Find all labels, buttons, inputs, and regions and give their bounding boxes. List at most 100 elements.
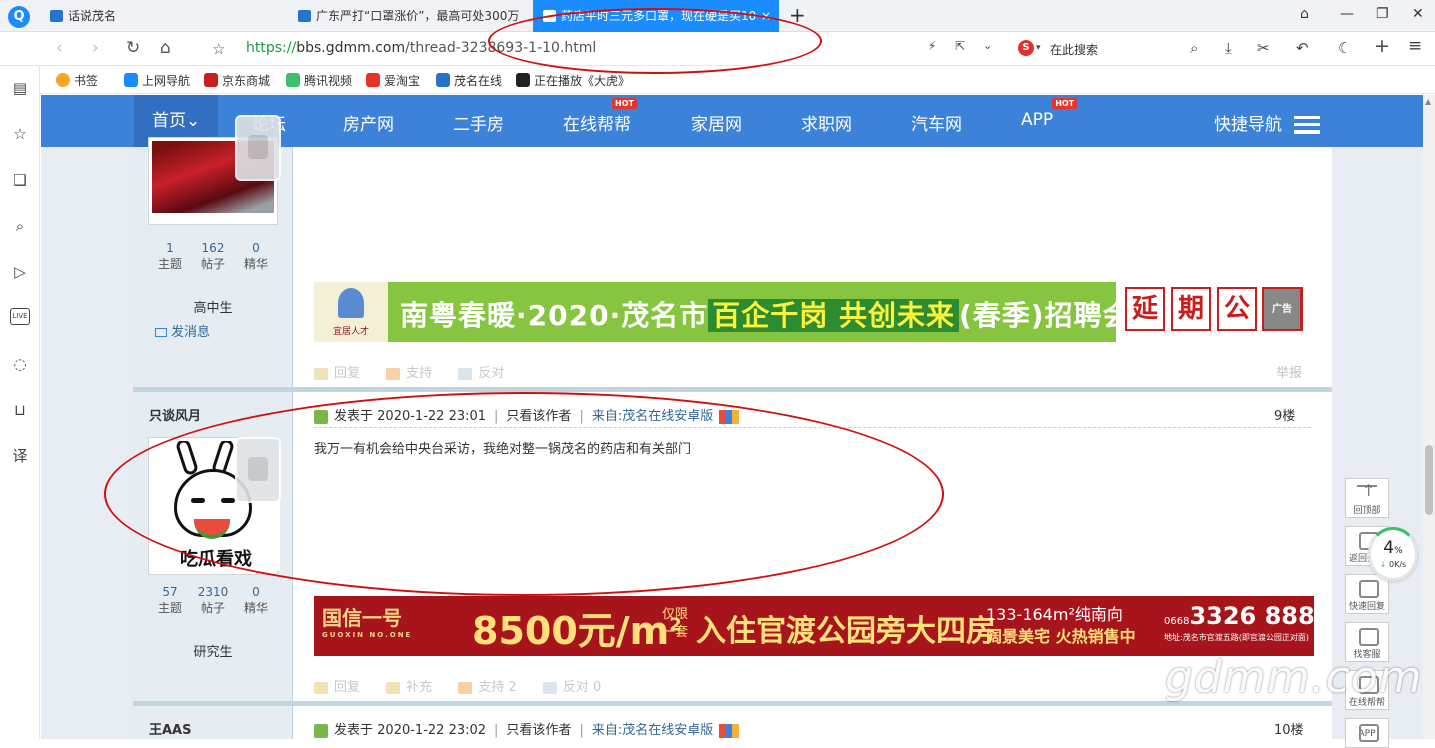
search-icon[interactable]: ⌕ bbox=[1190, 39, 1198, 57]
bookmark-item[interactable]: 爱淘宝 bbox=[366, 72, 420, 89]
support-button[interactable]: 支持 bbox=[386, 366, 432, 381]
page-scrollbar[interactable]: ▲ bbox=[1423, 95, 1435, 739]
nav-bangbang[interactable]: 在线帮帮 HOT bbox=[563, 98, 637, 135]
ad-tag: 广告 bbox=[1262, 287, 1302, 331]
stat-posts[interactable]: 2310 帖子 bbox=[192, 585, 234, 616]
forward-icon[interactable]: › bbox=[92, 38, 99, 58]
real-estate-banner[interactable]: 国信一号 GUOXIN NO.ONE 8500元/m2 仅限 一套 入住官渡公园旁大… bbox=[314, 596, 1314, 656]
tab-1[interactable]: 话说茂名 bbox=[40, 0, 288, 32]
translate-icon[interactable]: 译 bbox=[10, 446, 30, 466]
quick-reply-button[interactable]: 快速回复 bbox=[1345, 574, 1389, 614]
floor-number[interactable]: 10楼 bbox=[1274, 719, 1304, 738]
oppose-button[interactable]: 反对 0 bbox=[542, 680, 601, 695]
bookmark-item[interactable]: 腾讯视频 bbox=[286, 72, 352, 89]
night-mode-icon[interactable]: ☾ bbox=[1338, 39, 1351, 57]
reply-button[interactable]: 回复 bbox=[314, 366, 360, 381]
bookmark-item[interactable]: 茂名在线 bbox=[436, 72, 502, 89]
nav-cars[interactable]: 汽车网 bbox=[911, 110, 962, 135]
nav-home-deco[interactable]: 家居网 bbox=[691, 110, 742, 135]
nav-app[interactable]: APP HOT bbox=[1021, 98, 1078, 130]
stat-label: 主题 bbox=[157, 257, 182, 271]
banner-limit: 仅限 一套 bbox=[662, 606, 688, 642]
brand-en: GUOXIN NO.ONE bbox=[322, 631, 413, 639]
scroll-thumb[interactable] bbox=[1425, 445, 1433, 515]
support-button[interactable]: 支持 2 bbox=[458, 680, 517, 695]
lightning-icon[interactable]: ⚡ bbox=[928, 39, 936, 53]
bookmark-label: 书签 bbox=[74, 74, 99, 88]
add-icon[interactable]: + bbox=[1374, 35, 1390, 57]
back-to-top-button[interactable]: 回顶部 bbox=[1345, 478, 1389, 518]
undo-icon[interactable]: ↶ bbox=[1296, 39, 1309, 57]
video-icon[interactable]: ▷ bbox=[10, 262, 30, 282]
maximize-button[interactable]: ❐ bbox=[1376, 6, 1389, 22]
menu-icon[interactable]: ≡ bbox=[1408, 36, 1422, 56]
close-window-button[interactable]: ✕ bbox=[1412, 6, 1424, 22]
favorite-star-icon[interactable]: ☆ bbox=[212, 40, 225, 58]
favorites-icon[interactable]: ☆ bbox=[10, 124, 30, 144]
stat-digest[interactable]: 0 精华 bbox=[235, 241, 277, 272]
bookmark-label: 爱淘宝 bbox=[384, 74, 421, 88]
play-icon bbox=[286, 73, 300, 87]
tool-label: 快速回复 bbox=[1348, 602, 1385, 612]
banner-text: 南粤春暖·2020·茂名市 bbox=[400, 299, 709, 332]
send-message-link[interactable]: 发消息 bbox=[155, 321, 210, 340]
stat-threads[interactable]: 1 主题 bbox=[149, 241, 191, 272]
notice-banner[interactable]: 延期公告 广告 bbox=[1125, 287, 1308, 335]
bookmark-item[interactable]: 正在播放《大虎》 bbox=[516, 72, 630, 89]
chevron-down-icon[interactable]: ⌄ bbox=[983, 39, 992, 52]
post-divider bbox=[133, 701, 1332, 706]
bookmark-folder[interactable]: 书签 bbox=[56, 72, 98, 89]
network-speed-widget[interactable]: 4% ↓ 0K/s bbox=[1368, 527, 1418, 581]
nav-second-hand[interactable]: 二手房 bbox=[453, 110, 504, 135]
report-link[interactable]: 举报 bbox=[1276, 362, 1302, 381]
refresh-icon[interactable]: ↻ bbox=[126, 38, 140, 58]
app-button[interactable]: APP bbox=[1345, 718, 1389, 748]
engine-dropdown-icon[interactable]: ▾ bbox=[1036, 43, 1041, 53]
supplement-button[interactable]: 补充 bbox=[386, 680, 432, 695]
video-icon bbox=[516, 73, 530, 87]
quick-nav[interactable]: 快捷导航 bbox=[1214, 110, 1320, 135]
rate-value: 0K/s bbox=[1389, 560, 1407, 569]
percent-unit: % bbox=[1394, 546, 1403, 556]
oppose-button[interactable]: 反对 bbox=[458, 366, 504, 381]
search-icon[interactable]: ⌕ bbox=[10, 216, 30, 236]
scissors-icon[interactable]: ✂ bbox=[1257, 39, 1270, 57]
bookmark-item[interactable]: 京东商城 bbox=[204, 72, 270, 89]
only-author-link[interactable]: 只看该作者 bbox=[506, 723, 571, 738]
speed-percent: 4% bbox=[1371, 539, 1415, 560]
minimize-button[interactable]: — bbox=[1340, 6, 1354, 22]
stat-digest[interactable]: 0 精华 bbox=[235, 585, 277, 616]
chat-icon[interactable]: ◌ bbox=[10, 354, 30, 374]
search-input[interactable]: 在此搜索 bbox=[1050, 41, 1098, 58]
source-link[interactable]: 来自:茂名在线安卓版 bbox=[592, 723, 713, 738]
scroll-up-icon[interactable]: ▲ bbox=[1425, 97, 1431, 106]
share-icon[interactable]: ⇱ bbox=[955, 39, 965, 53]
tab-2[interactable]: 广东严打“口罩涨价”，最高可处300万 bbox=[288, 0, 533, 32]
home-icon[interactable]: ⌂ bbox=[160, 38, 171, 58]
stat-posts[interactable]: 162 帖子 bbox=[192, 241, 234, 272]
bookmark-item[interactable]: 上网导航 bbox=[124, 72, 190, 89]
floor-number[interactable]: 9楼 bbox=[1274, 405, 1295, 424]
book-icon[interactable]: ❑ bbox=[10, 170, 30, 190]
gdmm-icon bbox=[436, 73, 450, 87]
author-name[interactable]: 王AAS bbox=[149, 719, 192, 738]
job-fair-banner[interactable]: 宜居人才 南粤春暖·2020·茂名市 百企千岗 共创未来 (春季)招聘会 bbox=[314, 282, 1116, 342]
shirt-skin-icon[interactable]: ⌂ bbox=[1300, 6, 1309, 22]
stat-threads[interactable]: 57 主题 bbox=[149, 585, 191, 616]
search-engine-icon[interactable]: S bbox=[1018, 40, 1034, 56]
news-icon[interactable]: ▤ bbox=[10, 78, 30, 98]
live-icon[interactable]: LIVE bbox=[10, 308, 30, 325]
back-icon[interactable]: ‹ bbox=[56, 38, 63, 58]
author-name[interactable]: 只谈风月 bbox=[149, 405, 201, 424]
reply-icon bbox=[314, 367, 328, 380]
browser-logo-icon[interactable]: Q bbox=[8, 6, 30, 28]
nav-jobs[interactable]: 求职网 bbox=[801, 110, 852, 135]
chevron-down-icon: ⌄ bbox=[186, 111, 201, 131]
reply-button[interactable]: 回复 bbox=[314, 680, 360, 695]
notice-char: 公 bbox=[1217, 287, 1257, 331]
nav-house[interactable]: 房产网 bbox=[343, 110, 394, 135]
download-icon[interactable]: ⤓ bbox=[1225, 39, 1232, 57]
cart-icon[interactable]: ⊔ bbox=[10, 400, 30, 420]
site-favicon-icon bbox=[298, 10, 311, 22]
android-icon bbox=[235, 115, 281, 181]
